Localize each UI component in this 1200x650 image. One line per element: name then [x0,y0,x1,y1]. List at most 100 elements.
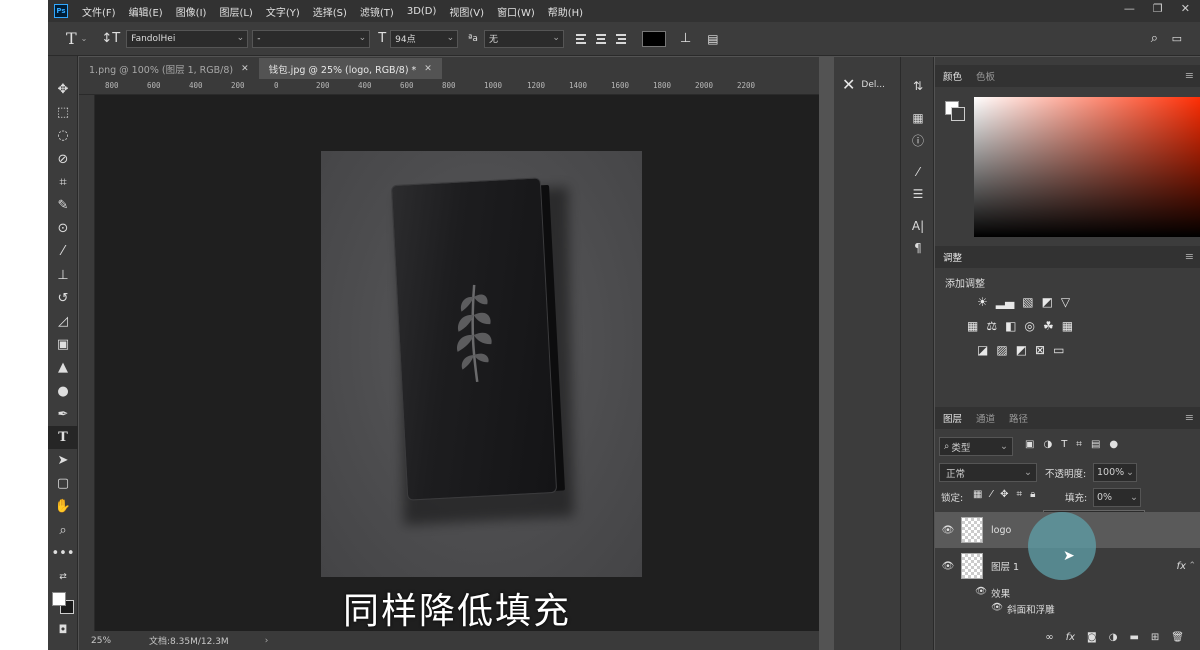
history-panel-icon[interactable]: ⇅ [901,75,935,97]
brush-settings-icon[interactable]: ⁄ [901,161,935,183]
align-center-button[interactable] [594,31,610,47]
history-brush-tool-icon[interactable]: ↺ [48,287,78,310]
vibrance-icon[interactable]: ▽ [1061,295,1070,309]
healing-tool-icon[interactable]: ⊙ [48,217,78,240]
layer-name[interactable]: logo [991,525,1011,536]
new-group-icon[interactable]: ▬ [1129,632,1138,643]
character-panel-icon[interactable]: ▤ [707,32,718,46]
opacity-field[interactable]: 100% ⌄ [1093,463,1137,482]
adjustment-filter-icon[interactable]: ◑ [1043,439,1052,450]
smart-object-filter-icon[interactable]: ▤ [1091,439,1100,450]
panel-menu-icon[interactable]: ≡ [1185,411,1194,424]
close-icon[interactable]: ✕ [1181,2,1190,15]
lock-artboard-icon[interactable]: ⌗ [1017,489,1023,500]
fx-badge[interactable]: fx [1177,561,1186,572]
filter-toggle-icon[interactable]: ● [1109,439,1118,450]
stamp-tool-icon[interactable]: ⊥ [48,264,78,287]
exposure-icon[interactable]: ◩ [1042,295,1053,309]
selective-color-icon[interactable]: ⊠ [1035,343,1045,357]
history-item-label[interactable]: Del... [861,80,885,90]
panel-menu-icon[interactable]: ≡ [1185,69,1194,82]
menu-file[interactable]: 文件(F) [82,4,116,19]
menu-help[interactable]: 帮助(H) [548,4,583,19]
threshold-icon[interactable]: ◩ [1016,343,1027,357]
character-panel-icon[interactable]: A| [901,215,935,237]
font-size-select[interactable]: 94点 ⌄ [390,29,459,48]
visibility-eye-icon[interactable]: 👁︎ [935,525,961,536]
tab-adjustments[interactable]: 调整 [943,250,962,264]
quick-mask-icon[interactable]: ◘ [48,618,78,641]
menu-edit[interactable]: 编辑(E) [129,4,163,19]
curves-icon[interactable]: ▧ [1022,295,1033,309]
invert-icon[interactable]: ◪ [977,343,988,357]
close-icon[interactable]: ✕ [424,64,432,74]
menu-3d[interactable]: 3D(D) [407,6,437,17]
doc-tab-1[interactable]: 1.png @ 100% (图层 1, RGB/8) ✕ [79,58,259,79]
pen-tool-icon[interactable]: ✒ [48,403,78,426]
blend-mode-select[interactable]: 正常 ⌄ [939,463,1037,482]
layer-name[interactable]: 图层 1 [991,559,1019,573]
menu-view[interactable]: 视图(V) [449,4,484,19]
pixel-filter-icon[interactable]: ▣ [1025,439,1034,450]
doc-tab-2[interactable]: 钱包.jpg @ 25% (logo, RGB/8) * ✕ [258,58,442,79]
lasso-tool-icon[interactable]: ◌ [48,124,78,147]
menu-filter[interactable]: 滤镜(T) [360,4,394,19]
delete-layer-icon[interactable]: 🗑︎ [1171,632,1184,643]
properties-panel-icon[interactable]: ▦ [901,107,935,129]
menu-window[interactable]: 窗口(W) [497,4,535,19]
brightness-icon[interactable]: ☀ [977,295,988,309]
eraser-tool-icon[interactable]: ◿ [48,310,78,333]
hand-tool-icon[interactable]: ✋ [48,495,78,518]
paragraph-panel-icon[interactable]: ¶ [901,237,935,259]
lock-transparent-icon[interactable]: ▦ [973,489,982,500]
foreground-background-colors[interactable] [48,588,78,618]
restore-icon[interactable]: ❐ [1153,2,1163,15]
align-left-button[interactable] [574,31,590,47]
blur-tool-icon[interactable]: ▲ [48,356,78,379]
lock-position-icon[interactable]: ✥ [1000,489,1008,500]
quick-select-tool-icon[interactable]: ⊘ [48,148,78,171]
visibility-eye-icon[interactable]: 👁︎ [991,602,1003,616]
canvas-area[interactable] [95,95,819,631]
font-style-select[interactable]: - ⌄ [252,29,371,48]
layer-filter-select[interactable]: ⌕ 类型 ⌄ [939,437,1013,456]
fill-field[interactable]: 0% ⌄ [1093,488,1141,507]
text-color-swatch[interactable] [641,30,666,47]
menu-type[interactable]: 文字(Y) [266,4,300,19]
type-filter-icon[interactable]: T [1061,439,1067,450]
lock-all-icon[interactable]: 🔒︎ [1030,489,1035,500]
shape-tool-icon[interactable]: ▢ [48,472,78,495]
hue-saturation-icon[interactable]: ▦ [967,319,978,333]
effect-item-row[interactable]: 👁︎ 斜面和浮雕 [991,602,1055,616]
add-mask-icon[interactable]: ◙ [1087,632,1097,643]
doc-info[interactable]: 文档:8.35M/12.3M [149,634,229,647]
tab-swatches[interactable]: 色板 [976,69,995,83]
visibility-eye-icon[interactable]: 👁︎ [975,586,987,600]
panel-menu-icon[interactable]: ≡ [1185,250,1194,263]
lock-image-icon[interactable]: ⁄ [990,489,992,500]
crop-tool-icon[interactable]: ⌗ [48,171,78,194]
menu-image[interactable]: 图像(I) [176,4,207,19]
adjustments-sliders-icon[interactable]: ☰ [901,183,935,205]
swap-colors-icon[interactable]: ⇄ [48,565,78,588]
tab-layers[interactable]: 图层 [943,411,962,425]
text-orientation-icon[interactable]: ↕T [101,31,120,46]
minimize-icon[interactable]: — [1124,2,1135,15]
brush-tool-icon[interactable]: ⁄ [48,240,78,263]
move-tool-icon[interactable]: ✥ [48,78,78,101]
search-icon[interactable]: ⌕ [1151,31,1158,46]
tab-channels[interactable]: 通道 [976,411,995,425]
close-icon[interactable]: ✕ [241,64,249,74]
zoom-level[interactable]: 25% [91,636,111,646]
menu-select[interactable]: 选择(S) [313,4,347,19]
workspace-icon[interactable]: ▭ [1172,32,1182,45]
font-family-select[interactable]: FandolHei ⌄ [126,29,249,48]
link-layers-icon[interactable]: ∞ [1045,632,1053,643]
color-balance-icon[interactable]: ⚖ [986,319,997,333]
shape-filter-icon[interactable]: ⌗ [1076,439,1082,450]
info-panel-icon[interactable]: ⓘ [901,129,935,151]
add-style-icon[interactable]: fx [1066,632,1075,643]
effects-row[interactable]: 👁︎ 效果 [975,586,1010,600]
color-lookup-icon[interactable]: ▦ [1062,319,1073,333]
eyedropper-tool-icon[interactable]: ✎ [48,194,78,217]
